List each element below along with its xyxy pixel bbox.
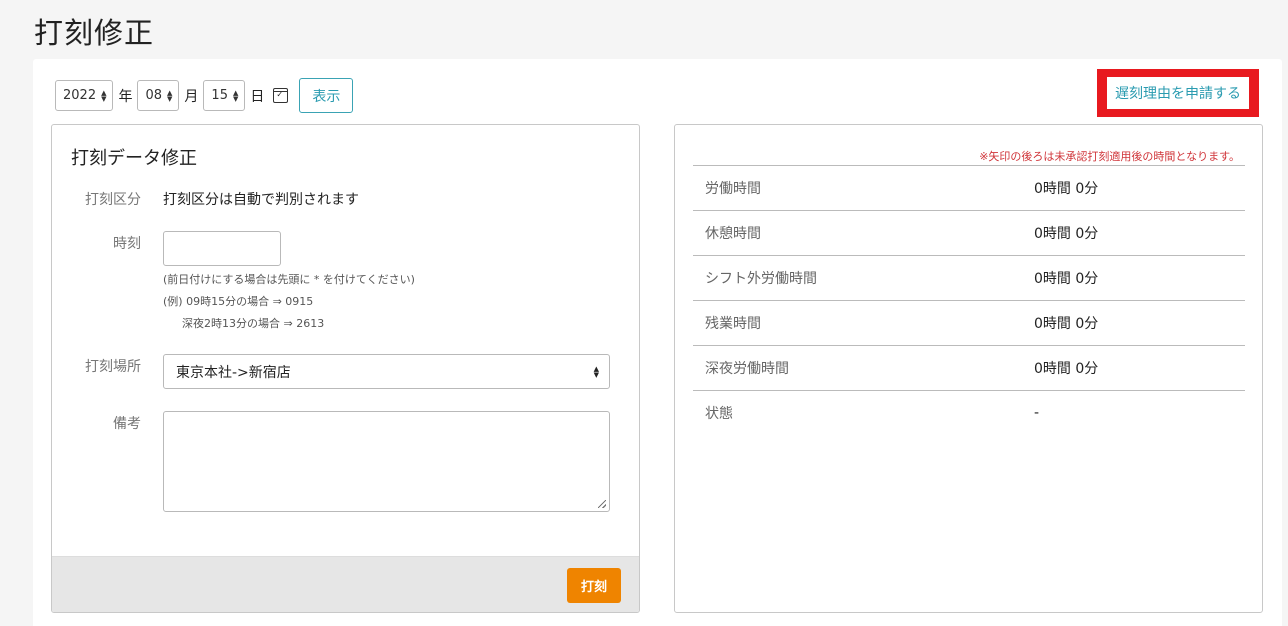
summary-row: 休憩時間 0時間 0分 <box>693 210 1245 255</box>
time-hint-2: (例) 09時15分の場合 ⇒ 0915 <box>163 295 314 308</box>
page-title: 打刻修正 <box>34 16 155 50</box>
select-arrows-icon: ▲ ▼ <box>232 88 239 103</box>
day-select-value: 15 <box>211 88 228 103</box>
time-hint-1: (前日付けにする場合は先頭に * を付けてください) <box>163 273 415 286</box>
date-toolbar: 2022 ▲▼ 年 08 ▲▼ 月 15 ▲▼ 日 表示 <box>55 78 354 113</box>
summary-row: 労働時間 0時間 0分 <box>693 165 1245 210</box>
summary-label: 状態 <box>705 406 733 422</box>
summary-row: 残業時間 0時間 0分 <box>693 300 1245 345</box>
year-select-value: 2022 <box>63 88 97 103</box>
summary-panel: ※矢印の後ろは未承認打刻適用後の時間となります。 労働時間 0時間 0分 休憩時… <box>674 124 1263 613</box>
select-arrows-icon: ▲ ▼ <box>593 364 599 379</box>
summary-label: 残業時間 <box>705 316 761 332</box>
summary-row: 状態 - <box>693 390 1245 435</box>
panel-title: 打刻データ修正 <box>71 148 197 169</box>
time-label: 時刻 <box>113 236 141 252</box>
month-select[interactable]: 08 ▲ ▼ <box>137 80 180 111</box>
type-value: 打刻区分は自動で判別されます <box>163 192 359 208</box>
summary-value: 0時間 0分 <box>1034 361 1099 377</box>
summary-label: 深夜労働時間 <box>705 361 789 377</box>
month-unit: 月 <box>184 88 199 105</box>
summary-value: 0時間 0分 <box>1034 226 1099 242</box>
summary-row: シフト外労働時間 0時間 0分 <box>693 255 1245 300</box>
summary-value: 0時間 0分 <box>1034 181 1099 197</box>
panel-footer: 打刻 <box>52 556 639 612</box>
select-arrows-icon: ▲ ▼ <box>167 88 173 103</box>
time-hint-3: 深夜2時13分の場合 ⇒ 2613 <box>182 317 325 330</box>
summary-value: 0時間 0分 <box>1034 271 1099 287</box>
summary-label: 休憩時間 <box>705 226 761 242</box>
late-reason-highlight: 遅刻理由を申請する <box>1097 69 1259 117</box>
summary-value: 0時間 0分 <box>1034 316 1099 332</box>
place-label: 打刻場所 <box>85 359 141 375</box>
month-select-value: 08 <box>145 88 163 103</box>
summary-note: ※矢印の後ろは未承認打刻適用後の時間となります。 <box>979 150 1240 163</box>
summary-table: 労働時間 0時間 0分 休憩時間 0時間 0分 シフト外労働時間 0時間 0分 … <box>693 165 1245 435</box>
show-button[interactable]: 表示 <box>299 78 354 113</box>
summary-value: - <box>1034 405 1040 421</box>
main-card: 2022 ▲▼ 年 08 ▲▼ 月 15 ▲▼ 日 表示 遅刻理由を申請する 打… <box>33 59 1282 626</box>
summary-row: 深夜労働時間 0時間 0分 <box>693 345 1245 390</box>
summary-label: 労働時間 <box>705 181 761 197</box>
late-reason-link[interactable]: 遅刻理由を申請する <box>1107 77 1249 109</box>
year-unit: 年 <box>118 88 133 105</box>
day-unit: 日 <box>250 88 265 105</box>
stamp-edit-panel: 打刻データ修正 打刻区分 打刻区分は自動で判別されます 時刻 (前日付けにする場… <box>51 124 640 613</box>
calendar-icon[interactable] <box>273 88 289 103</box>
type-label: 打刻区分 <box>85 192 141 208</box>
place-select[interactable]: 東京本社->新宿店 ▲ ▼ <box>163 354 610 389</box>
summary-label: シフト外労働時間 <box>705 271 817 287</box>
stamp-button[interactable]: 打刻 <box>567 568 621 603</box>
day-select[interactable]: 15 ▲ ▼ <box>203 80 246 111</box>
memo-textarea[interactable] <box>163 411 610 512</box>
place-select-value: 東京本社->新宿店 <box>176 364 291 381</box>
select-arrows-icon: ▲ ▼ <box>101 88 107 103</box>
year-select[interactable]: 2022 ▲ ▼ <box>55 80 114 111</box>
memo-label: 備考 <box>113 416 141 432</box>
time-input[interactable] <box>163 231 281 266</box>
